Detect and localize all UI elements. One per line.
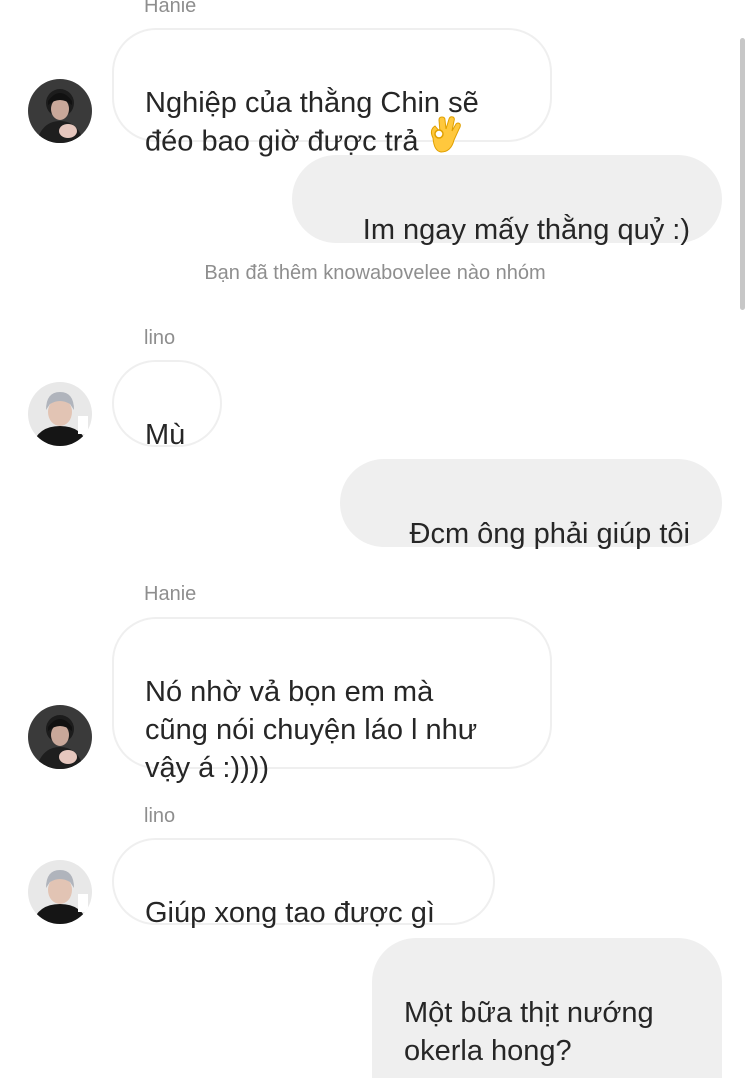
avatar-photo-hanie [28, 705, 92, 769]
system-message: Bạn đã thêm knowabovelee nào nhóm [204, 262, 546, 284]
avatar-lino[interactable] [28, 860, 92, 924]
message-bubble[interactable]: Giúp xong tao được gì [112, 838, 495, 929]
avatar-hanie[interactable] [28, 705, 92, 769]
message-bubble-sent[interactable]: Im ngay mấy thằng quỷ :) [292, 155, 722, 246]
sender-name: lino [144, 327, 176, 349]
sender-name: lino [144, 805, 176, 827]
message-bubble[interactable]: Mù [112, 360, 222, 451]
message-text: Im ngay mấy thằng quỷ :) [362, 214, 690, 246]
avatar-lino[interactable] [28, 382, 92, 446]
message-text: Mù [145, 419, 186, 451]
message-bubble-sent[interactable]: Một bữa thịt nướng okerla hong? [372, 938, 722, 1078]
avatar-photo-lino [28, 382, 92, 446]
message-bubble[interactable]: Nó nhờ vả bọn em mà cũng nói chuyện láo … [112, 617, 552, 784]
message-bubble[interactable]: Nghiệp của thằng Chin sẽ đéo bao giờ đượ… [112, 28, 552, 158]
sender-name: Hanie [144, 0, 197, 17]
message-text: Nó nhờ vả bọn em mà cũng nói chuyện láo … [145, 676, 478, 784]
message-bubble-sent[interactable]: Đcm ông phải giúp tôi [340, 459, 722, 550]
sender-name: Hanie [144, 583, 197, 605]
avatar-photo-hanie [28, 79, 92, 143]
message-text: Đcm ông phải giúp tôi [409, 518, 691, 550]
message-text: Một bữa thịt nướng okerla hong? [404, 997, 654, 1067]
chat-thread: Hanie Nghiệp của thằng Chin sẽ đéo bao g… [0, 0, 750, 1078]
avatar-photo-lino [28, 860, 92, 924]
scrollbar[interactable] [740, 38, 745, 310]
avatar-hanie[interactable] [28, 79, 92, 143]
message-text: Giúp xong tao được gì [145, 897, 435, 929]
